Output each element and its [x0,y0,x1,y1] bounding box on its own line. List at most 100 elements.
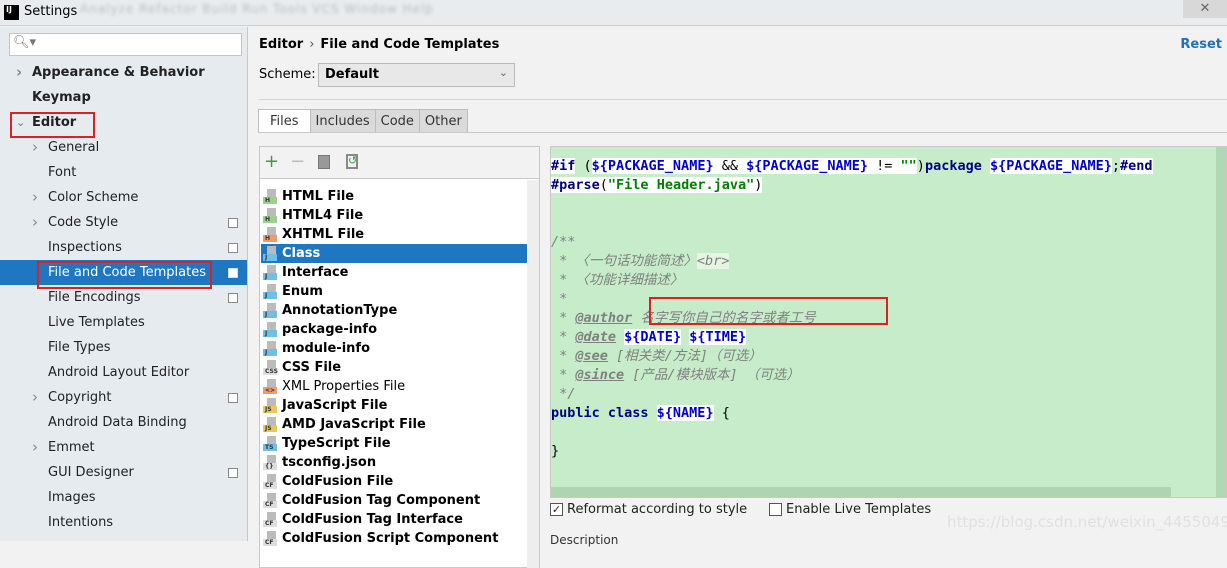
list-item[interactable]: CF ColdFusion Tag Component [261,491,539,510]
code-token: ) [754,177,763,193]
file-type-icon: <> [263,379,277,394]
reset-link[interactable]: Reset [1180,37,1222,52]
code-token: package [924,158,990,174]
sidebar-item-label: Inspections [48,240,122,255]
list-item[interactable]: JS AMD JavaScript File [261,415,539,434]
code-token: ${NAME} [656,405,714,421]
sidebar-item[interactable]: Keymap [0,85,247,110]
code-token: ${PACKAGE_NAME} [591,158,714,174]
chevron-right-icon[interactable]: › [32,385,38,410]
code-line: * @see [相关类/方法]（可选） [551,347,762,366]
list-item[interactable]: Jmodule-info [261,339,539,358]
sidebar-item[interactable]: Font [0,160,247,185]
settings-search-input[interactable]: 🔍︎▾ [9,33,242,56]
breadcrumb-editor[interactable]: Editor [259,37,303,52]
list-item[interactable]: J Interface [261,263,539,282]
copy-icon[interactable] [318,155,330,169]
list-item[interactable]: J AnnotationType [261,301,539,320]
sidebar-item-label: Live Templates [48,315,145,330]
sidebar-item-label: Code Style [48,215,119,230]
sidebar-item-label: Color Scheme [48,190,139,205]
breadcrumb-current: File and Code Templates [320,37,500,52]
sidebar-item[interactable]: Live Templates [0,310,247,335]
tab-includes[interactable]: Includes [309,109,376,133]
file-template-label: XML Properties File [282,379,406,394]
code-token: ${PACKAGE_NAME} [746,158,869,174]
list-item[interactable]: J Enum [261,282,539,301]
sidebar-item-label: File Types [48,340,111,355]
file-type-icon: J [263,322,277,337]
tab-other[interactable]: Other [418,109,468,133]
list-item[interactable]: H HTML File [261,187,539,206]
sidebar-item[interactable]: › Appearance & Behavior [0,60,247,85]
sidebar-item[interactable]: › General [0,135,247,160]
sidebar-item[interactable]: Inspections [0,235,247,260]
template-tabs: Files Includes Code Other [258,109,468,133]
file-type-icon: J [263,341,277,356]
scheme-dropdown[interactable]: Default ⌄ [318,63,515,87]
chevron-down-icon: ⌄ [498,66,508,79]
sidebar-item[interactable]: Android Data Binding [0,410,247,435]
sidebar-item[interactable]: › Color Scheme [0,185,247,210]
sidebar-item[interactable]: Android Layout Editor [0,360,247,385]
breadcrumb: Editor › File and Code Templates [259,37,499,52]
reformat-checkbox[interactable]: ✓ Reformat according to style [550,502,747,517]
list-item[interactable]: CF ColdFusion Script Component [261,529,539,548]
file-type-icon: H [263,208,277,223]
highlight-box-editor [10,112,95,138]
list-item[interactable]: {} tsconfig.json [261,453,539,472]
chevron-right-icon[interactable]: › [32,210,38,235]
close-button[interactable]: ✕ [1183,0,1227,18]
code-token: * [551,310,576,326]
sidebar-item[interactable]: › Copyright [0,385,247,410]
list-item[interactable]: CF ColdFusion Tag Interface [261,510,539,529]
sidebar-item[interactable]: Intentions [0,510,247,535]
list-scrollbar[interactable] [527,180,539,568]
remove-icon[interactable]: − [290,151,305,172]
sidebar-item-label: Font [48,165,77,180]
chevron-right-icon[interactable]: › [32,435,38,460]
add-icon[interactable]: + [264,151,279,172]
file-type-icon: J [263,246,277,261]
live-templates-checkbox[interactable]: Enable Live Templates [769,502,931,517]
sidebar-item[interactable]: GUI Designer [0,460,247,485]
sidebar-item[interactable]: File Types [0,335,247,360]
list-item[interactable]: JS JavaScript File [261,396,539,415]
sidebar-item[interactable]: › Emmet [0,435,247,460]
file-type-icon: JS [263,398,277,413]
file-template-label: ColdFusion Tag Interface [282,512,463,527]
code-token: ${DATE} [624,329,682,345]
list-item[interactable]: J Class [261,244,539,263]
file-type-icon: H [263,189,277,204]
editor-horizontal-scrollbar[interactable] [551,487,1171,497]
sidebar-item[interactable]: › Code Style [0,210,247,235]
project-scope-icon [228,218,238,228]
reset-template-icon[interactable]: ↺ [346,154,358,169]
app-logo: IJ [4,5,19,20]
sidebar-item-label: Images [48,490,96,505]
sidebar-item-label: Keymap [32,90,91,105]
checkbox-unchecked-icon [769,503,782,516]
list-item[interactable]: CF ColdFusion File [261,472,539,491]
chevron-right-icon[interactable]: › [32,135,38,160]
list-item[interactable]: TS TypeScript File [261,434,539,453]
sidebar-item-label: GUI Designer [48,465,134,480]
file-type-icon: J [263,284,277,299]
tab-divider [258,132,1227,133]
editor-vertical-scrollbar[interactable] [1216,147,1226,497]
list-item[interactable]: Jpackage-info [261,320,539,339]
list-item[interactable]: <> XML Properties File [261,377,539,396]
chevron-right-icon[interactable]: › [32,185,38,210]
file-type-icon: J [263,265,277,280]
chevron-right-icon[interactable]: › [16,60,22,85]
code-line: * 〈功能详细描述〉 [551,271,683,290]
list-item[interactable]: CSS CSS File [261,358,539,377]
sidebar-item-label: Copyright [48,390,112,405]
sidebar-item[interactable]: Images [0,485,247,510]
tab-files[interactable]: Files [258,109,311,133]
file-template-label: CSS File [282,360,342,375]
list-item[interactable]: H HTML4 File [261,206,539,225]
tab-code[interactable]: Code [374,109,420,133]
list-item[interactable]: H XHTML File [261,225,539,244]
file-template-label: tsconfig.json [282,455,377,470]
